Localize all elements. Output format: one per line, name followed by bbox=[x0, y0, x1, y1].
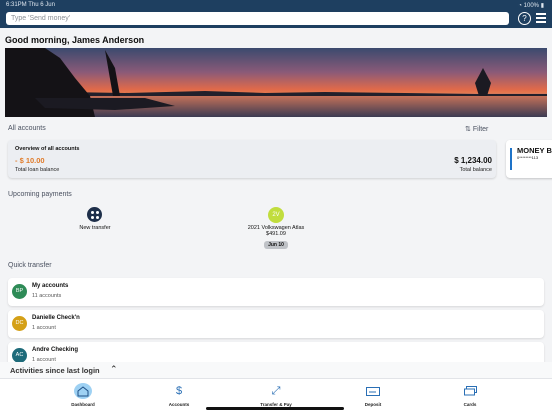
nav-accounts[interactable]: $ Accounts bbox=[149, 383, 209, 407]
search-input[interactable]: Type 'Send money' bbox=[6, 12, 509, 25]
quick-transfer-name: My accounts bbox=[32, 283, 69, 289]
avatar: AC bbox=[12, 348, 27, 363]
payment-avatar[interactable]: 2V bbox=[268, 207, 284, 223]
banner-image bbox=[5, 48, 547, 117]
quick-transfer-item[interactable]: DC Danielle Check'n 1 account bbox=[8, 310, 544, 338]
overview-card[interactable]: Overview of all accounts - $ 10.00 Total… bbox=[8, 140, 496, 178]
quick-transfer-name: Danielle Check'n bbox=[32, 315, 80, 321]
all-accounts-label: All accounts bbox=[8, 125, 46, 132]
quick-transfer-label: Quick transfer bbox=[8, 262, 52, 269]
quick-transfer-count: 1 account bbox=[32, 325, 56, 331]
status-battery: ◔ 100% ▮ bbox=[518, 2, 544, 9]
nav-dashboard[interactable]: Dashboard bbox=[53, 383, 113, 407]
quick-transfer-item[interactable]: BP My accounts 11 accounts bbox=[8, 278, 544, 306]
home-indicator bbox=[206, 407, 344, 410]
loan-amount: - $ 10.00 bbox=[15, 156, 45, 165]
activities-bar[interactable]: Activities since last login ⌃ bbox=[0, 362, 552, 378]
chevron-up-icon[interactable]: ⌃ bbox=[110, 364, 118, 375]
cards-icon bbox=[440, 383, 500, 399]
nav-label: Deposit bbox=[364, 402, 382, 407]
account-number: 0********113 bbox=[517, 155, 539, 160]
filter-button[interactable]: ⇅ Filter bbox=[465, 125, 488, 133]
menu-icon[interactable] bbox=[536, 13, 546, 25]
filter-label: Filter bbox=[472, 126, 489, 133]
new-transfer-icon[interactable] bbox=[87, 207, 102, 222]
filter-icon: ⇅ bbox=[465, 126, 471, 133]
new-transfer-label[interactable]: New transfer bbox=[72, 225, 118, 231]
upcoming-payments-label: Upcoming payments bbox=[8, 191, 72, 198]
dollar-icon: $ bbox=[175, 385, 183, 397]
account-title: MONEY B bbox=[517, 146, 552, 155]
payment-date-badge: Jun 10 bbox=[264, 241, 288, 249]
greeting: Good morning, James Anderson bbox=[5, 35, 145, 45]
wifi-icon: ◔ bbox=[518, 3, 522, 9]
battery-icon: ▮ bbox=[540, 3, 544, 9]
overview-title: Overview of all accounts bbox=[15, 146, 80, 152]
nav-label: Dashboard bbox=[71, 402, 95, 407]
nav-label: Cards bbox=[463, 402, 477, 407]
payment-amount: $491.09 bbox=[266, 231, 286, 237]
nav-cards[interactable]: Cards bbox=[440, 383, 500, 407]
avatar: DC bbox=[12, 316, 27, 331]
nav-deposit[interactable]: Deposit bbox=[343, 383, 403, 407]
transfer-icon: ⤢ bbox=[271, 384, 281, 397]
quick-transfer-count: 11 accounts bbox=[32, 293, 62, 299]
nav-transfer-pay[interactable]: ⤢ Transfer & Pay bbox=[246, 383, 306, 408]
battery-label: 100% bbox=[523, 3, 540, 9]
quick-transfer-name: Andre Checking bbox=[32, 347, 79, 353]
status-time-date: 6:31PM Thu 6 Jun bbox=[6, 2, 55, 8]
check-deposit-icon bbox=[343, 383, 403, 399]
account-accent-bar bbox=[510, 148, 512, 170]
balance-amount: $ 1,234.00 bbox=[454, 156, 492, 165]
avatar: BP bbox=[12, 284, 27, 299]
help-icon[interactable]: ? bbox=[518, 12, 531, 25]
loan-label: Total loan balance bbox=[15, 167, 60, 173]
money-account-card[interactable]: MONEY B 0********113 bbox=[506, 140, 552, 178]
activities-label: Activities since last login bbox=[10, 366, 100, 375]
balance-label: Total balance bbox=[459, 167, 492, 173]
nav-label: Accounts bbox=[168, 402, 190, 407]
home-icon bbox=[53, 383, 113, 399]
